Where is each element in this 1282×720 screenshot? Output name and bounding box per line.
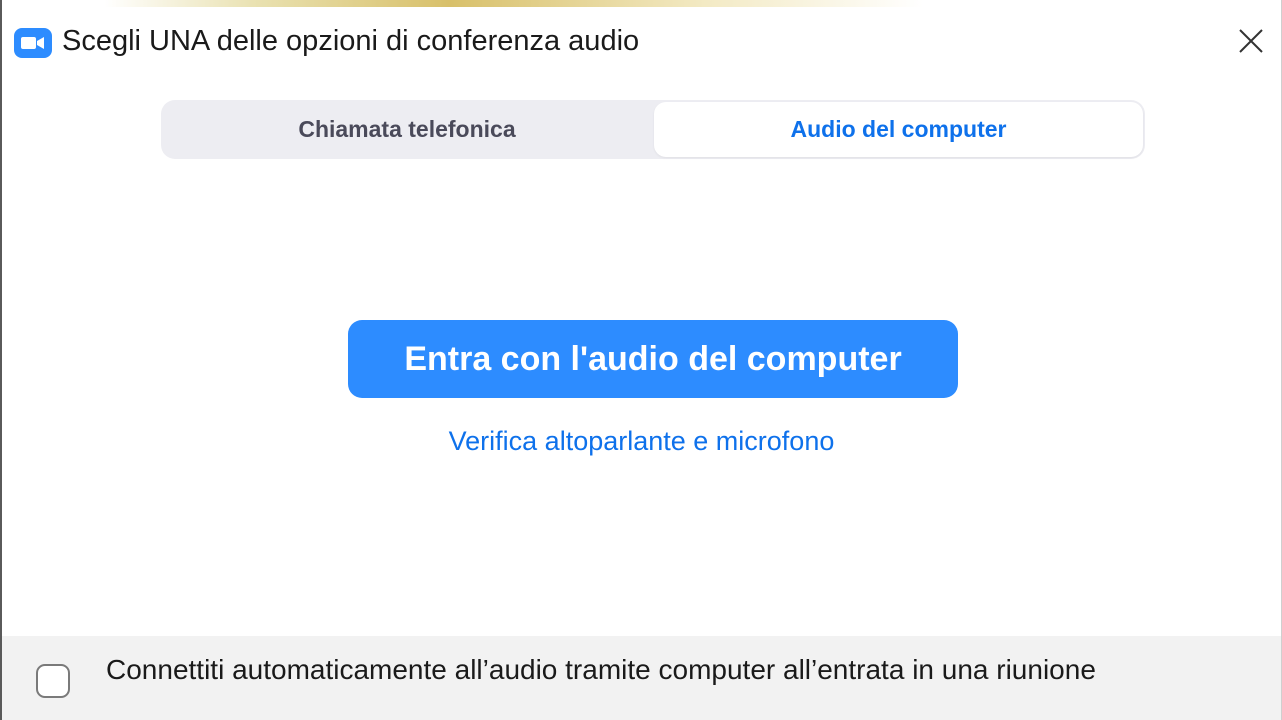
- video-camera-icon: [14, 28, 52, 58]
- background-strip: [2, 0, 1281, 7]
- close-icon: [1238, 28, 1264, 59]
- join-computer-audio-button[interactable]: Entra con l'audio del computer: [348, 320, 958, 398]
- test-speaker-mic-link[interactable]: Verifica altoparlante e microfono: [2, 426, 1281, 457]
- audio-mode-tabs: Chiamata telefonica Audio del computer: [161, 100, 1145, 159]
- audio-options-dialog: Scegli UNA delle opzioni di conferenza a…: [0, 0, 1282, 720]
- tab-computer-audio[interactable]: Audio del computer: [654, 102, 1143, 157]
- auto-connect-checkbox[interactable]: [36, 664, 70, 698]
- close-button[interactable]: [1231, 23, 1271, 63]
- dialog-title: Scegli UNA delle opzioni di conferenza a…: [62, 25, 640, 57]
- tab-phone-call[interactable]: Chiamata telefonica: [161, 100, 653, 159]
- title-bar: Scegli UNA delle opzioni di conferenza a…: [2, 7, 1281, 77]
- auto-connect-label[interactable]: Connettiti automaticamente all’audio tra…: [106, 650, 1226, 690]
